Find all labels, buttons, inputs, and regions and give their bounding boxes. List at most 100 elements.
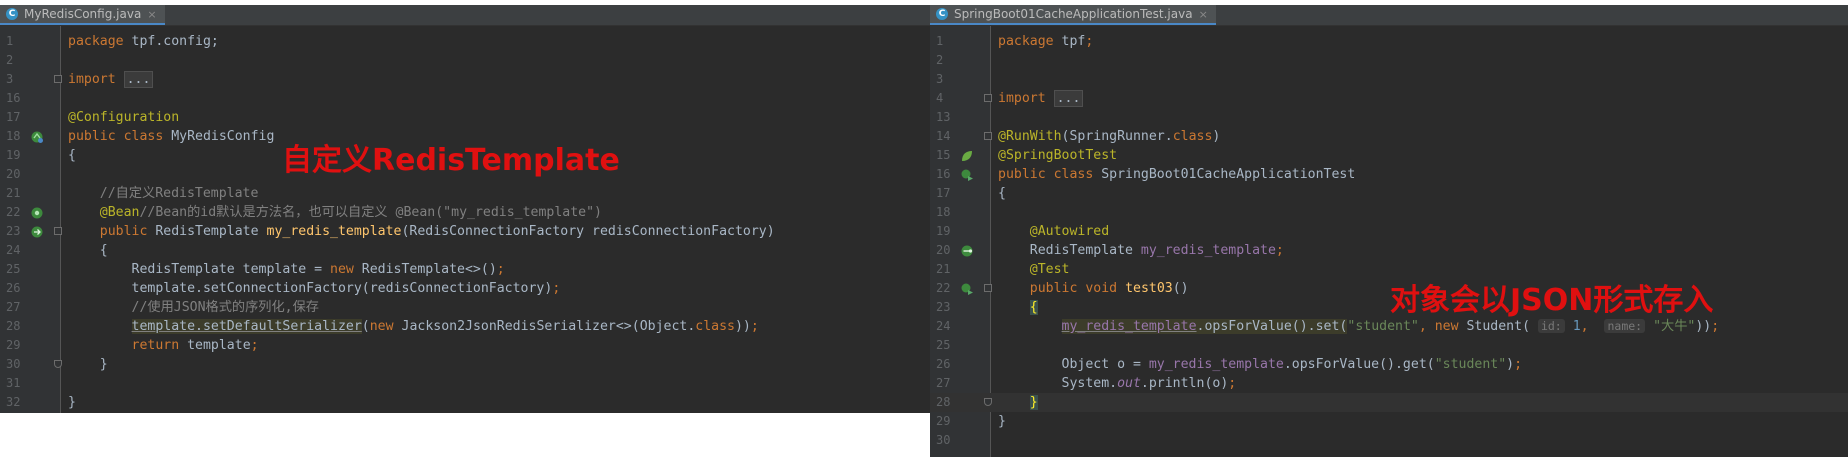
code-line[interactable]: 4 import ... (930, 89, 1848, 108)
code-area[interactable]: 1 package tpf; 2 3 4 import ... 13 14 @RunWith(S… (930, 32, 1848, 450)
annotation-label: 自定义RedisTemplate (282, 143, 620, 178)
line-number: 21 (936, 262, 951, 276)
fold-toggle-icon[interactable] (54, 227, 62, 235)
line-number: 25 (6, 262, 21, 276)
code-editor[interactable]: 1 package tpf.config; 2 3 import ... 16 17 @Con… (0, 26, 930, 413)
line-number: 31 (6, 376, 21, 390)
code-line[interactable]: 17 { (930, 184, 1848, 203)
code-line[interactable]: 30 } (0, 355, 930, 374)
line-number: 19 (6, 148, 21, 162)
fold-toggle-icon[interactable] (984, 284, 992, 292)
code-text: { (1029, 300, 1038, 315)
bean-config-icon[interactable] (30, 130, 44, 144)
code-text: } (998, 414, 1006, 429)
code-line[interactable]: 3 import ... (0, 70, 930, 89)
fold-toggle-icon[interactable] (984, 132, 992, 140)
code-line[interactable]: 23 public RedisTemplate my_redis_templat… (0, 222, 930, 241)
code-line[interactable]: 22 @Bean//Bean的id默认是方法名，也可以自定义 @Bean("my… (0, 203, 930, 222)
java-class-icon: C (936, 8, 948, 20)
code-text: RedisTemplate my_redis_template; (998, 243, 1284, 258)
line-number: 28 (936, 395, 951, 409)
line-number: 15 (936, 148, 951, 162)
code-line[interactable]: 20 RedisTemplate my_redis_template; (930, 241, 1848, 260)
fold-end-icon[interactable] (54, 360, 62, 368)
code-line[interactable]: 2 (0, 51, 930, 70)
code-line[interactable]: 3 (930, 70, 1848, 89)
code-line[interactable]: 25 (930, 336, 1848, 355)
code-line[interactable]: 19 @Autowired (930, 222, 1848, 241)
code-line[interactable]: 1 package tpf; (930, 32, 1848, 51)
bean-icon[interactable] (30, 206, 44, 220)
left-editor-panel: C MyRedisConfig.java × 1 package tpf.conf… (0, 5, 930, 413)
code-text: //使用JSON格式的序列化,保存 (131, 300, 319, 315)
code-line[interactable]: 2 (930, 51, 1848, 70)
tab-myredisconfig[interactable]: C MyRedisConfig.java × (0, 5, 165, 25)
java-class-icon: C (6, 8, 18, 20)
code-text: @SpringBootTest (998, 148, 1118, 163)
code-text: System.out.println(o); (998, 376, 1237, 391)
code-line[interactable]: 16 (0, 89, 930, 108)
close-icon[interactable]: × (1199, 8, 1208, 21)
tab-label: SpringBoot01CacheApplicationTest.java (954, 7, 1193, 21)
line-number: 26 (6, 281, 21, 295)
code-line[interactable]: 25 RedisTemplate template = new RedisTem… (0, 260, 930, 279)
code-line[interactable]: 26 template.setConnectionFactory(redisCo… (0, 279, 930, 298)
code-line[interactable]: 28 template.setDefaultSerializer(new Jac… (0, 317, 930, 336)
code-line[interactable]: 1 package tpf.config; (0, 32, 930, 51)
code-line[interactable]: 29 return template; (0, 336, 930, 355)
code-line[interactable]: 24 my_redis_template.opsForValue().set("… (930, 317, 1848, 336)
code-text: template.setConnectionFactory(redisConne… (68, 281, 561, 296)
fold-toggle-icon[interactable] (984, 94, 992, 102)
right-editor-panel: C SpringBoot01CacheApplicationTest.java … (930, 5, 1848, 457)
spring-leaf-icon[interactable] (960, 149, 974, 163)
code-line[interactable]: 21 //自定义RedisTemplate (0, 184, 930, 203)
code-line[interactable]: 32} (0, 393, 930, 412)
fold-toggle-icon[interactable] (54, 75, 62, 83)
code-line[interactable]: 16 public class SpringBoot01CacheApplicat… (930, 165, 1848, 184)
line-number: 13 (936, 110, 951, 124)
bean-injection-icon[interactable] (30, 225, 44, 239)
code-editor[interactable]: 1 package tpf; 2 3 4 import ... 13 14 @RunWith(S… (930, 26, 1848, 457)
line-number: 27 (6, 300, 21, 314)
line-number: 16 (936, 167, 951, 181)
line-number: 4 (936, 91, 944, 105)
line-number: 22 (6, 205, 21, 219)
code-line[interactable]: 26 Object o = my_redis_template.opsForVa… (930, 355, 1848, 374)
code-text: package tpf.config; (68, 34, 219, 49)
run-test-icon[interactable] (960, 282, 974, 296)
code-line[interactable]: 17 @Configuration (0, 108, 930, 127)
code-area[interactable]: 1 package tpf.config; 2 3 import ... 16 17 @Con… (0, 32, 930, 412)
tab-springboot01cacheapplicationtest[interactable]: C SpringBoot01CacheApplicationTest.java … (930, 5, 1216, 25)
line-number: 30 (6, 357, 21, 371)
run-test-icon[interactable] (960, 168, 974, 182)
tab-label: MyRedisConfig.java (24, 7, 142, 21)
fold-end-icon[interactable] (984, 398, 992, 406)
code-text: import ... (68, 70, 154, 89)
code-text: //自定义RedisTemplate (99, 186, 259, 201)
line-number: 29 (936, 414, 951, 428)
line-number: 30 (936, 433, 951, 447)
code-line[interactable]: 27 //使用JSON格式的序列化,保存 (0, 298, 930, 317)
close-icon[interactable]: × (147, 8, 156, 21)
line-number: 14 (936, 129, 951, 143)
code-line[interactable]: 15 @SpringBootTest (930, 146, 1848, 165)
code-line[interactable]: 31 (0, 374, 930, 393)
line-number: 1 (936, 34, 944, 48)
line-number: 20 (6, 167, 21, 181)
line-number: 18 (6, 129, 21, 143)
code-text: template.setDefaultSerializer(new Jackso… (131, 319, 759, 334)
code-line[interactable]: 28 } (930, 393, 1848, 412)
left-tab-bar: C MyRedisConfig.java × (0, 5, 930, 26)
code-line[interactable]: 18 (930, 203, 1848, 222)
line-number: 17 (936, 186, 951, 200)
code-line[interactable]: 13 (930, 108, 1848, 127)
code-line[interactable]: 30 (930, 431, 1848, 450)
code-line[interactable]: 29} (930, 412, 1848, 431)
code-line[interactable]: 24 { (0, 241, 930, 260)
code-text: import ... (998, 89, 1084, 108)
code-text: return template; (131, 338, 259, 353)
autowired-icon[interactable] (960, 244, 974, 258)
code-line[interactable]: 27 System.out.println(o); (930, 374, 1848, 393)
code-line[interactable]: 14 @RunWith(SpringRunner.class) (930, 127, 1848, 146)
line-number: 23 (6, 224, 21, 238)
